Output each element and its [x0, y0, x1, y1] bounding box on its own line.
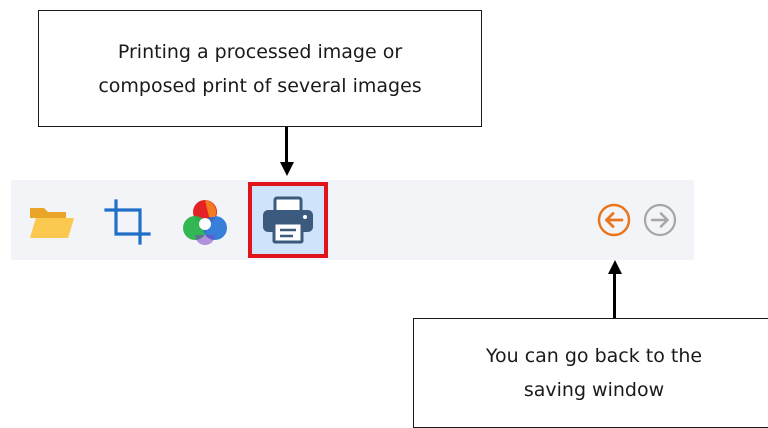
crop-icon	[104, 199, 151, 245]
back-button[interactable]	[597, 203, 631, 237]
back-callout-line-1: You can go back to the	[485, 345, 703, 367]
print-button[interactable]	[248, 182, 328, 258]
print-callout-line-1: Printing a processed image or	[117, 40, 403, 63]
forward-button[interactable]	[643, 203, 677, 237]
back-callout-line-2: saving window	[523, 379, 665, 401]
arrow-left-circle-icon	[597, 203, 631, 237]
print-callout-line-2: composed print of several images	[98, 74, 422, 97]
color-wheel-icon	[183, 200, 227, 245]
print-callout-arrowhead	[280, 162, 294, 176]
arrow-right-circle-icon	[643, 203, 677, 237]
back-callout-arrow	[613, 268, 616, 318]
printer-icon	[263, 196, 313, 244]
folder-open-icon	[30, 208, 74, 238]
open-folder-button[interactable]	[27, 200, 77, 242]
print-callout: Printing a processed image or composed p…	[38, 10, 482, 127]
toolbar	[11, 180, 694, 260]
print-callout-arrow	[285, 127, 288, 167]
back-callout: You can go back to the saving window	[413, 318, 768, 428]
color-correction-button[interactable]	[179, 197, 231, 247]
crop-button[interactable]	[103, 198, 153, 246]
